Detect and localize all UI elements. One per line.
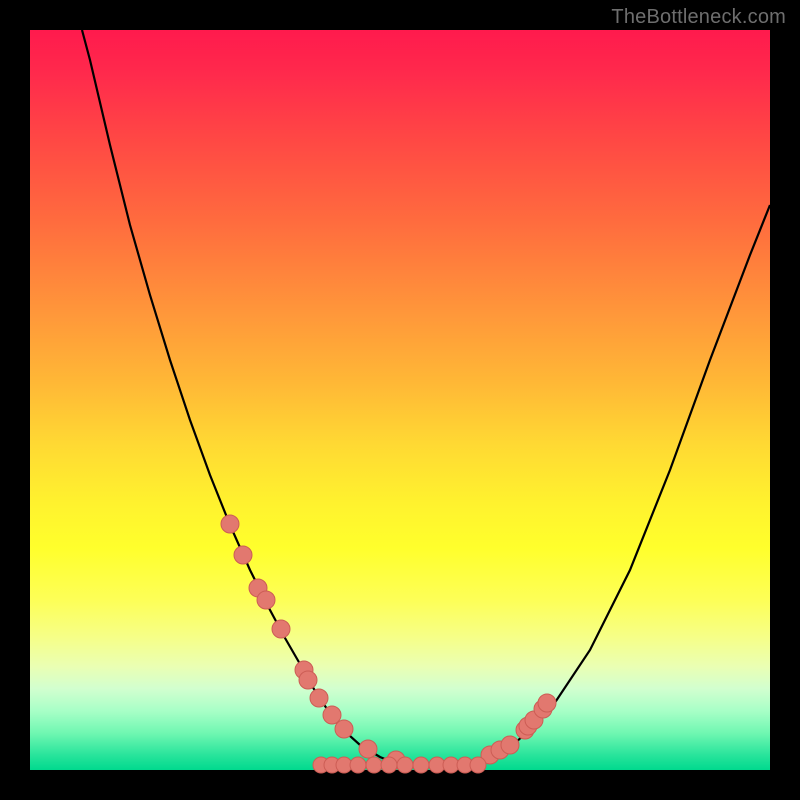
watermark-text: TheBottleneck.com [611, 6, 786, 29]
plot-svg [30, 30, 770, 770]
data-marker [413, 757, 429, 773]
data-marker [310, 689, 328, 707]
data-marker [272, 620, 290, 638]
markers-right-group [481, 694, 556, 764]
markers-left-group [221, 515, 405, 769]
data-marker [381, 757, 397, 773]
data-marker [234, 546, 252, 564]
markers-bottom-group [313, 757, 486, 773]
data-marker [221, 515, 239, 533]
data-marker [335, 720, 353, 738]
data-marker [257, 591, 275, 609]
data-marker [359, 740, 377, 758]
data-marker [397, 757, 413, 773]
chart-frame: TheBottleneck.com [0, 0, 800, 800]
data-marker [350, 757, 366, 773]
data-marker [538, 694, 556, 712]
data-marker [323, 706, 341, 724]
data-marker [299, 671, 317, 689]
v-curve-line [82, 30, 770, 765]
data-marker [501, 736, 519, 754]
data-marker [366, 757, 382, 773]
data-marker [470, 757, 486, 773]
